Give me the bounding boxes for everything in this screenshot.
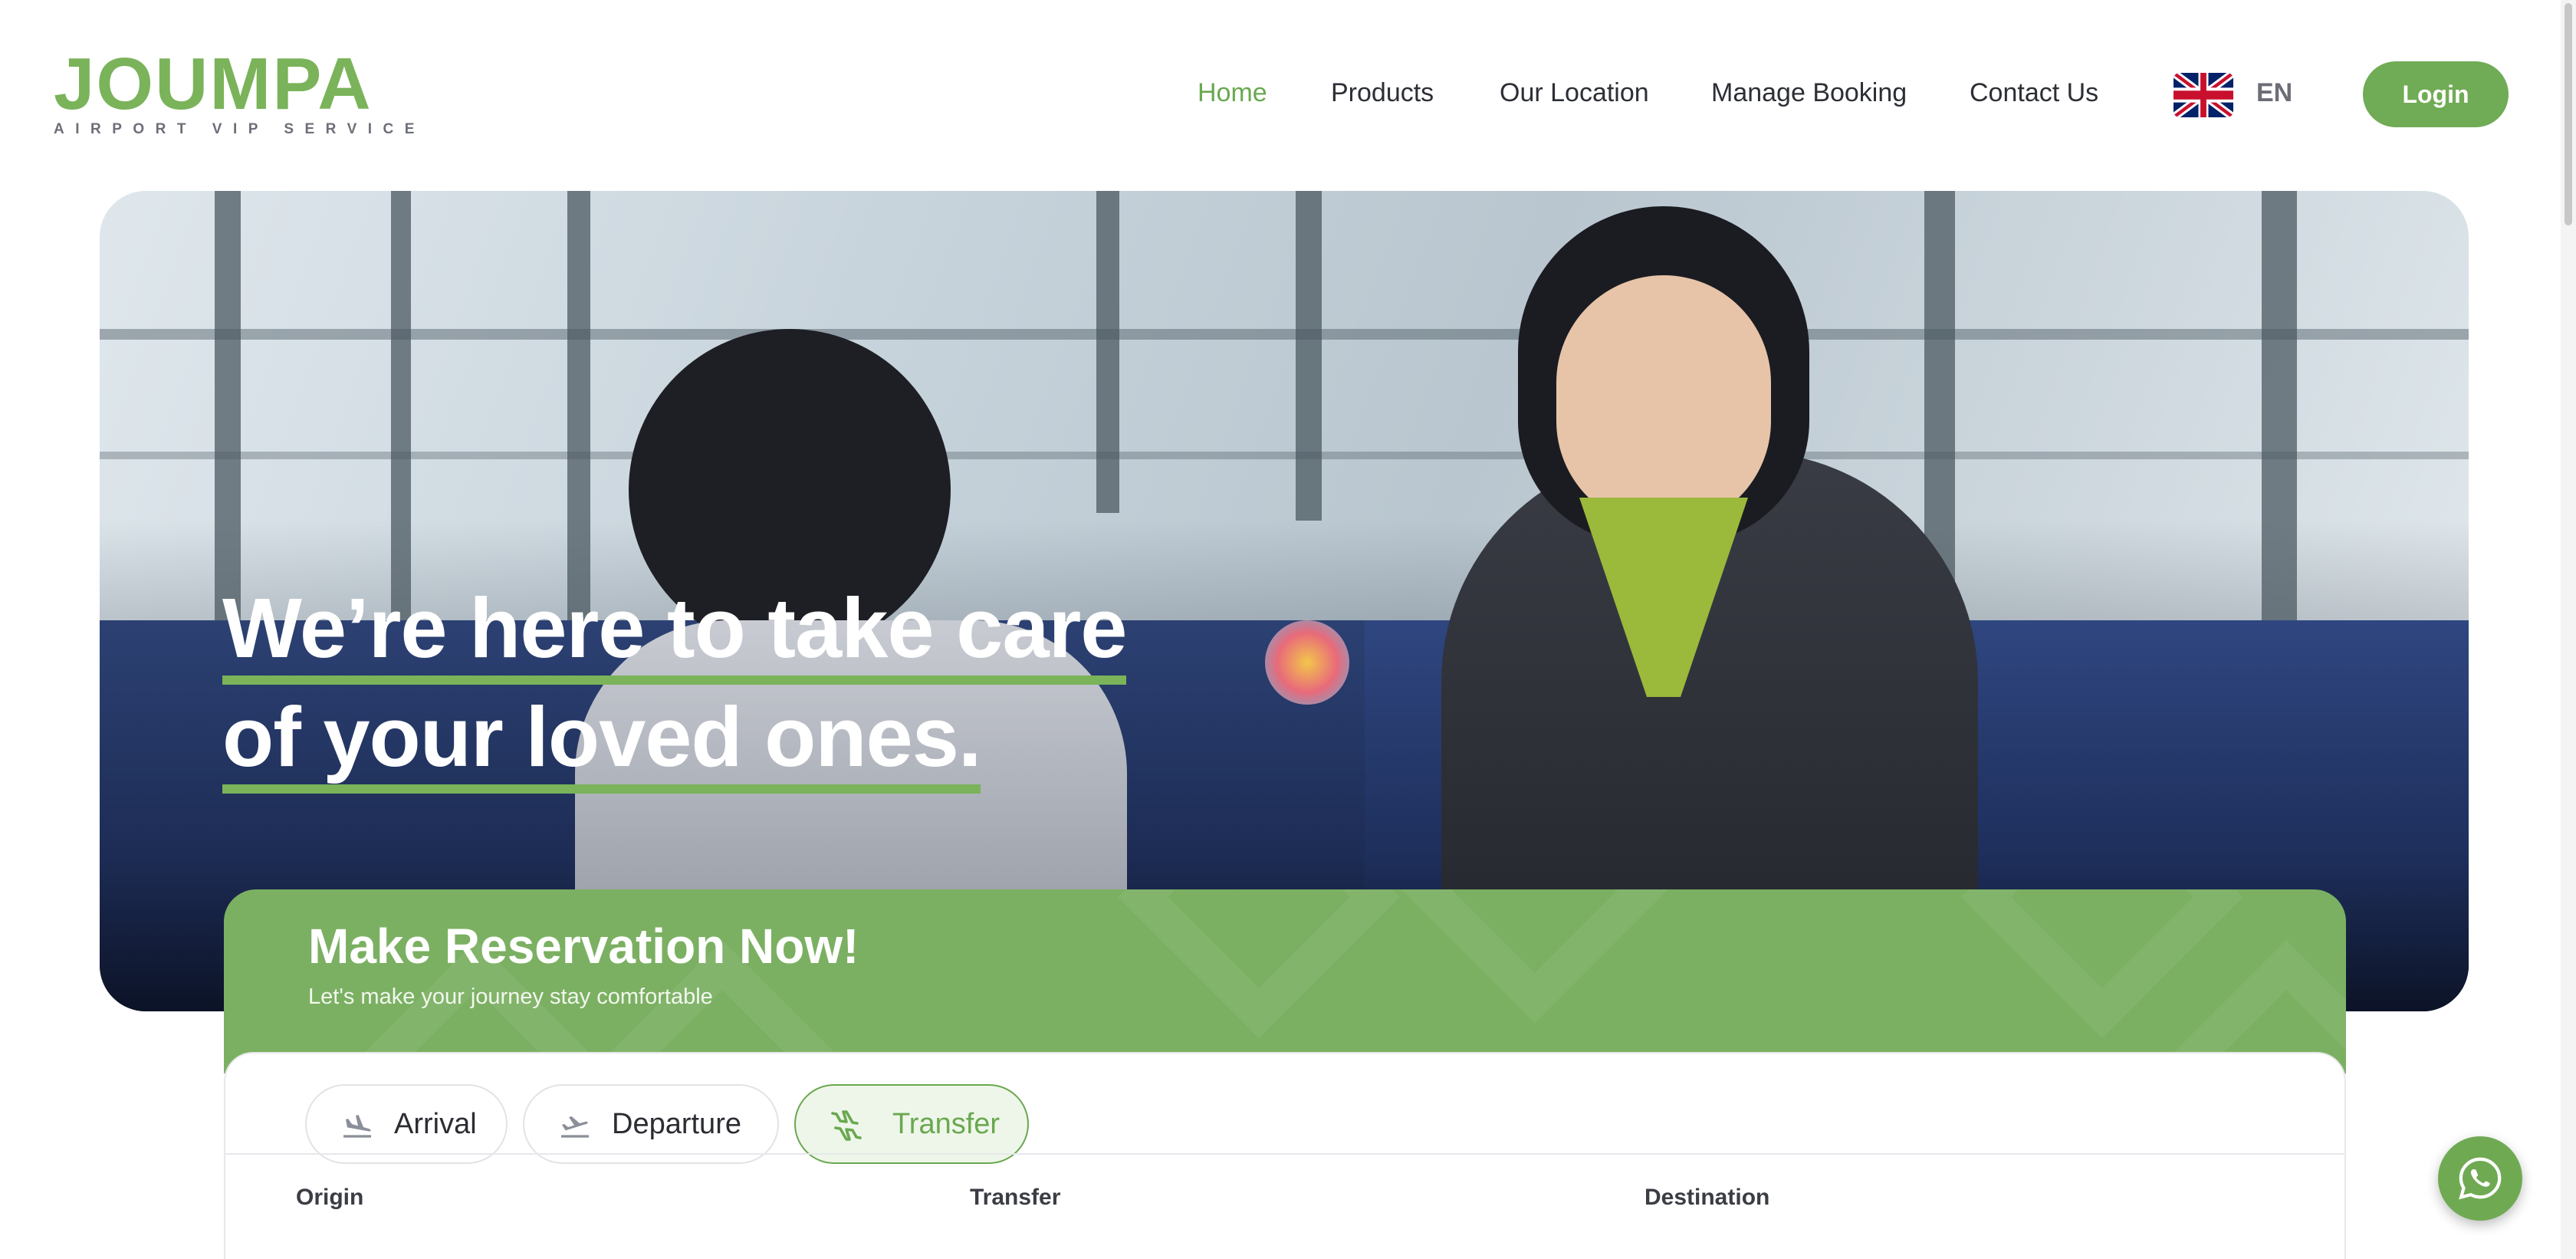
arrival-plane-icon: [343, 1115, 371, 1138]
tab-arrival-label: Arrival: [394, 1108, 477, 1140]
window-frame: [567, 191, 590, 620]
hero-headline-line1: We’re here to take care: [222, 581, 1127, 685]
reservation-header: Make Reservation Now! Let's make your jo…: [224, 889, 2346, 1073]
brand-logo[interactable]: JOUMPA AIRPORT VIP SERVICE: [54, 43, 426, 138]
scrollbar-thumb[interactable]: [2564, 3, 2572, 225]
uk-flag-icon[interactable]: [2174, 73, 2233, 117]
nav-home[interactable]: Home: [1198, 74, 1267, 112]
brand-tagline: AIRPORT VIP SERVICE: [54, 121, 426, 137]
reservation-title: Make Reservation Now!: [308, 919, 859, 974]
nav-manage-booking[interactable]: Manage Booking: [1711, 74, 1907, 112]
tab-transfer-label: Transfer: [892, 1108, 1001, 1140]
window-frame: [100, 452, 2469, 459]
nav-contact-us[interactable]: Contact Us: [1970, 74, 2098, 112]
origin-label: Origin: [296, 1185, 364, 1210]
transfer-plane-icon: [831, 1110, 862, 1141]
window-frame: [391, 191, 411, 620]
tab-transfer[interactable]: Transfer: [794, 1084, 1029, 1164]
destination-label: Destination: [1644, 1185, 1770, 1210]
page: JOUMPA AIRPORT VIP SERVICE Home Products…: [0, 0, 2576, 1259]
brand-name: JOUMPA: [54, 43, 373, 125]
nav-our-location[interactable]: Our Location: [1500, 74, 1649, 112]
transfer-label: Transfer: [970, 1185, 1061, 1210]
window-frame: [1296, 191, 1322, 521]
nav-products[interactable]: Products: [1331, 74, 1434, 112]
window-frame: [2262, 191, 2297, 651]
tab-departure-label: Departure: [612, 1108, 741, 1140]
site-header: JOUMPA AIRPORT VIP SERVICE Home Products…: [0, 0, 2576, 192]
departure-plane-icon: [561, 1116, 589, 1138]
hero-headline: We’re here to take care of your loved on…: [222, 574, 1127, 794]
hero-staff-face: [1556, 275, 1771, 528]
reservation-card: Make Reservation Now! Let's make your jo…: [224, 889, 2346, 1259]
reservation-form: Arrival Departure Transfer: [224, 1052, 2346, 1259]
whatsapp-icon: [2459, 1157, 2502, 1200]
form-divider: [224, 1153, 2346, 1155]
hero-headline-line2: of your loved ones.: [222, 690, 981, 794]
hero-lollipop: [1265, 620, 1349, 705]
tab-arrival[interactable]: Arrival: [305, 1084, 508, 1164]
whatsapp-button[interactable]: [2438, 1136, 2522, 1221]
window-frame: [1096, 191, 1119, 513]
language-label[interactable]: EN: [2256, 74, 2292, 112]
reservation-subtitle: Let's make your journey stay comfortable: [308, 985, 713, 1009]
hero-banner: We’re here to take care of your loved on…: [100, 191, 2469, 1011]
window-frame: [100, 329, 2469, 340]
login-button[interactable]: Login: [2363, 61, 2509, 127]
tab-departure[interactable]: Departure: [523, 1084, 779, 1164]
